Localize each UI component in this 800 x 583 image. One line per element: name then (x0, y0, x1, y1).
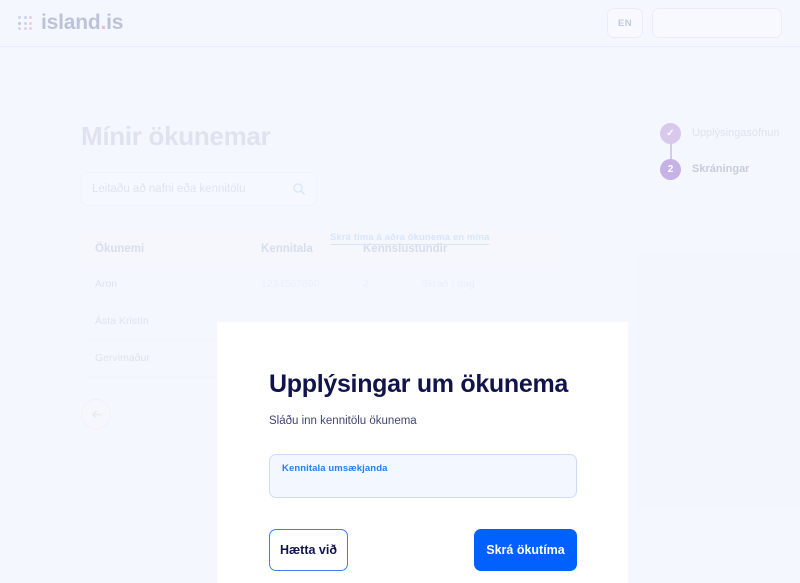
kennitala-field[interactable]: Kennitala umsækjanda (269, 454, 577, 498)
modal-actions: Hætta við Skrá ökutíma (269, 529, 577, 571)
header-actions: EN (607, 8, 782, 38)
column-header-name: Ökunemi (95, 243, 145, 255)
kennitala-field-label: Kennitala umsækjanda (282, 463, 388, 474)
back-button[interactable] (81, 399, 111, 429)
student-info-modal: Upplýsingar um ökunema Sláðu inn kennitö… (217, 322, 628, 583)
step-label: Skráningar (692, 163, 750, 175)
column-header-kennitala: Kennitala (261, 243, 313, 255)
cell-kennitala: 1234567890 (261, 278, 320, 290)
language-toggle-button[interactable]: EN (607, 8, 643, 38)
brand-name: island.is (41, 11, 123, 35)
stepper-item-skraningar[interactable]: 2 Skráningar (660, 151, 800, 187)
page-canvas: Mínir ökunemar Ökunemi Kennitala Kennslu… (0, 47, 800, 583)
step-marker-done: ✓ (660, 122, 681, 144)
step-marker-active: 2 (660, 158, 681, 180)
cell-lessons: 2 (363, 278, 369, 290)
brand-name-text: island (41, 11, 101, 34)
submit-button[interactable]: Skrá ökutíma (474, 529, 577, 571)
arrow-left-icon (91, 410, 102, 418)
top-header-bar: island.is EN (0, 0, 800, 47)
brand-tld: is (106, 11, 124, 34)
user-menu-button[interactable] (652, 8, 782, 38)
cell-student-name: Aron (95, 278, 118, 290)
search-box[interactable] (81, 172, 317, 206)
column-header-lessons: Kennslustundir (363, 243, 448, 255)
search-row (81, 172, 317, 206)
register-other-students-link[interactable]: Skrá tíma á aðra ökunema en mína (330, 232, 490, 243)
modal-title: Upplýsingar um ökunema (269, 370, 569, 398)
search-input[interactable] (92, 183, 282, 195)
kennitala-input[interactable] (282, 477, 564, 491)
step-label: Upplýsingasöfnun (692, 127, 780, 139)
brand-logo[interactable]: island.is (18, 11, 123, 35)
table-row[interactable]: Aron 1234567890 2 Skráð í dag (81, 266, 559, 303)
stepper-item-upplysingasofnun[interactable]: ✓ Upplýsingasöfnun (660, 115, 800, 161)
progress-stepper: ✓ Upplýsingasöfnun 2 Skráningar (660, 115, 800, 187)
dot-grid-icon (18, 16, 32, 30)
cell-extra: Skráð í dag (421, 278, 475, 290)
page-title: Mínir ökunemar (81, 121, 271, 151)
search-icon (293, 183, 305, 195)
modal-subtitle: Sláðu inn kennitölu ökunema (269, 415, 417, 427)
cancel-button[interactable]: Hætta við (269, 529, 348, 571)
